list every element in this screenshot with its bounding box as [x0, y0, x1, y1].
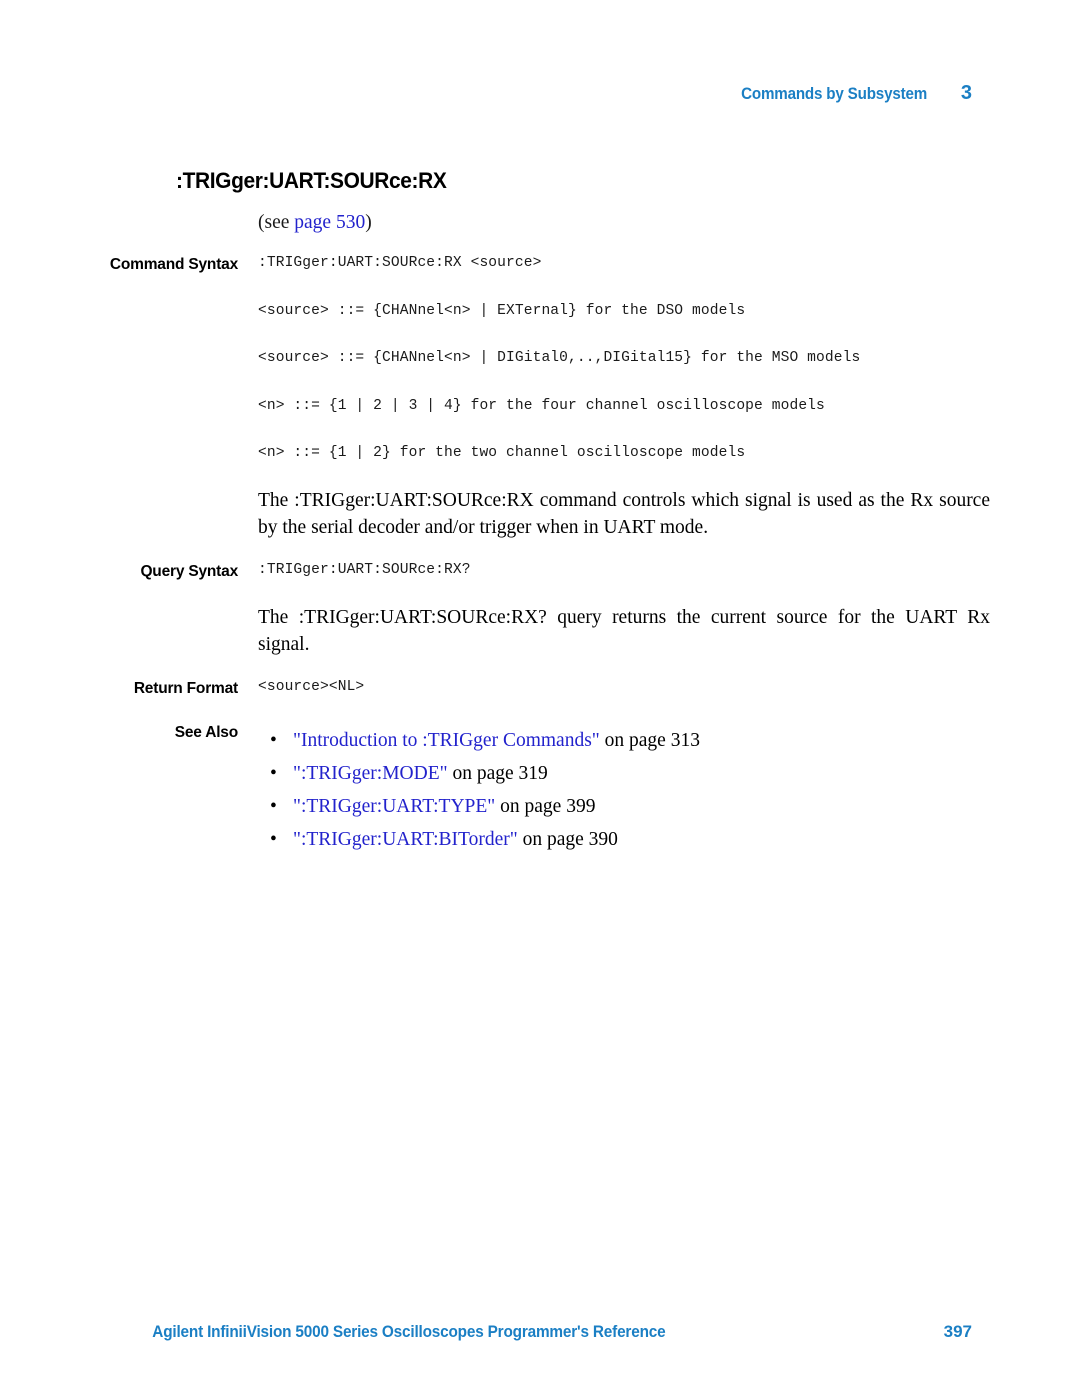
return-format-content: <source><NL> — [258, 678, 1080, 695]
see-also-content: • "Introduction to :TRIGger Commands" on … — [258, 724, 1080, 856]
see-also-page: on page 319 — [447, 762, 548, 784]
bullet-icon: • — [270, 795, 277, 817]
see-also-link[interactable]: "Introduction to :TRIGger Commands" — [293, 730, 600, 751]
document-page: Commands by Subsystem 3 :TRIGger:UART:SO… — [0, 0, 1080, 1397]
syntax-line: <n> ::= {1 | 2 | 3 | 4} for the four cha… — [258, 397, 825, 414]
running-header: Commands by Subsystem 3 — [733, 82, 972, 105]
list-item: • ":TRIGger:MODE" on page 319 — [258, 757, 990, 790]
command-description: The :TRIGger:UART:SOURce:RX command cont… — [258, 489, 990, 538]
see-page-content: (see page 530) — [258, 212, 1080, 234]
see-also-page: on page 313 — [599, 729, 700, 751]
see-also-link[interactable]: ":TRIGger:MODE" — [293, 763, 448, 784]
return-format-label: Return Format — [133, 679, 238, 697]
page-title: :TRIGger:UART:SOURce:RX — [176, 168, 447, 193]
list-item: • ":TRIGger:UART:BITorder" on page 390 — [258, 823, 990, 856]
list-item: • "Introduction to :TRIGger Commands" on … — [258, 724, 990, 757]
header-chapter-number: 3 — [960, 82, 972, 104]
see-also-page: on page 399 — [495, 795, 596, 817]
see-also-list: • "Introduction to :TRIGger Commands" on … — [258, 724, 990, 856]
syntax-line: <source> ::= {CHANnel<n> | DIGital0,..,D… — [258, 350, 861, 367]
syntax-line: <n> ::= {1 | 2} for the two channel osci… — [258, 445, 746, 462]
bullet-icon: • — [270, 762, 277, 784]
see-page-suffix: ) — [365, 212, 372, 233]
see-also-label: See Also — [174, 723, 239, 741]
return-format-row: Return Format <source><NL> — [0, 678, 1080, 698]
query-syntax-content: :TRIGger:UART:SOURce:RX? The :TRIGger:UA… — [258, 563, 1080, 658]
see-page-prefix: (see — [258, 212, 295, 233]
see-page-row: (see page 530) — [0, 212, 1080, 234]
bullet-icon: • — [270, 729, 277, 751]
footer-page-number: 397 — [943, 1322, 972, 1341]
query-syntax-label: Query Syntax — [140, 562, 238, 580]
see-also-page: on page 390 — [517, 828, 618, 850]
return-format-line: <source><NL> — [258, 678, 365, 695]
list-item: • ":TRIGger:UART:TYPE" on page 399 — [258, 790, 990, 823]
command-syntax-row: Command Syntax :TRIGger:UART:SOURce:RX <… — [0, 256, 1080, 541]
command-syntax-content: :TRIGger:UART:SOURce:RX <source> <source… — [258, 256, 1080, 541]
see-also-row: See Also • "Introduction to :TRIGger Comm… — [0, 724, 1080, 856]
query-description: The :TRIGger:UART:SOURce:RX? query retur… — [258, 606, 990, 655]
page-body: (see page 530) Command Syntax :TRIGger:U… — [0, 212, 1080, 856]
see-also-link[interactable]: ":TRIGger:UART:BITorder" — [293, 829, 518, 850]
page-footer: Agilent InfiniiVision 5000 Series Oscill… — [133, 1322, 972, 1342]
command-syntax-label: Command Syntax — [109, 256, 238, 273]
footer-title: Agilent InfiniiVision 5000 Series Oscill… — [152, 1323, 666, 1341]
bullet-icon: • — [270, 828, 277, 850]
see-also-link[interactable]: ":TRIGger:UART:TYPE" — [293, 796, 495, 817]
see-page-link[interactable]: page 530 — [294, 212, 365, 233]
syntax-line: :TRIGger:UART:SOURce:RX <source> — [258, 255, 542, 271]
syntax-line: <source> ::= {CHANnel<n> | EXTernal} for… — [258, 302, 746, 319]
query-syntax-line: :TRIGger:UART:SOURce:RX? — [258, 561, 471, 578]
header-chapter-title: Commands by Subsystem — [740, 85, 927, 103]
query-syntax-row: Query Syntax :TRIGger:UART:SOURce:RX? Th… — [0, 563, 1080, 658]
